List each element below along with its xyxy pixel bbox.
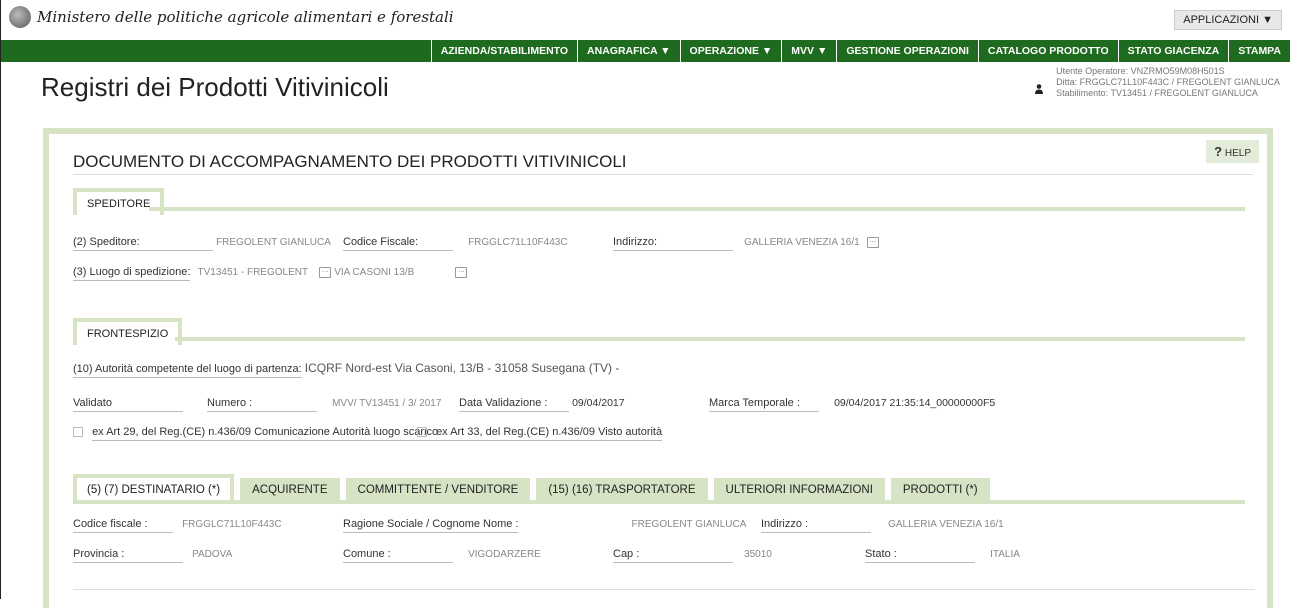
luogo-spedizione-value: TV13451 - FREGOLENT [197,267,309,278]
dest-stato-label: Stato : [865,548,975,563]
dest-indirizzo-field: Indirizzo : GALLERIA VENEZIA 16/1 [761,518,1004,533]
check-art29-label: ex Art 29, del Reg.(CE) n.436/09 Comunic… [92,426,439,441]
page-header: Registri dei Prodotti Vitivinicoli Utent… [0,62,1290,120]
user-icon [1035,84,1043,94]
document-title: DOCUMENTO DI ACCOMPAGNAMENTO DEI PRODOTT… [73,152,1253,175]
autorita-field: (10) Autorità competente del luogo di pa… [73,361,619,378]
indirizzo-value: GALLERIA VENEZIA 16/1 [744,237,860,248]
data-validazione-field: Data Validazione : 09/04/2017 [459,397,625,412]
dest-comune-label: Comune : [343,548,453,563]
form-bottom-divider [73,589,1255,590]
republic-emblem-icon [9,6,31,28]
lookup-icon[interactable]: … [319,266,332,278]
page-title: Registri dei Prodotti Vitivinicoli [41,72,389,102]
marca-temporale-field: Marca Temporale : 09/04/2017 21:35:14_00… [709,397,995,412]
indirizzo-field: Indirizzo: GALLERIA VENEZIA 16/1 … [613,236,879,251]
numero-label: Numero : [207,397,317,412]
dest-provincia-value: PADOVA [192,549,233,560]
autorita-label: (10) Autorità competente del luogo di pa… [73,363,302,378]
marca-temporale-label: Marca Temporale : [709,397,819,412]
check-art33-checkbox[interactable] [417,427,427,438]
codice-fiscale-value: FRGGLC71L10F443C [468,237,568,248]
dest-codice-fiscale-field: Codice fiscale : FRGGLC71L10F443C [73,518,282,533]
dest-provincia-label: Provincia : [73,548,183,563]
speditore-label: (2) Speditore: [73,236,213,251]
luogo-spedizione-label: (3) Luogo di spedizione: [73,266,191,281]
ditta-info: Ditta: FRGGLC71L10F443C / FREGOLENT GIAN… [1056,77,1280,87]
nav-operazione[interactable]: OPERAZIONE ▼ [679,40,782,62]
numero-field: Numero : MVV/ TV13451 / 3/ 2017 [207,397,441,412]
section-divider [175,337,1245,341]
document-panel: ? HELP DOCUMENTO DI ACCOMPAGNAMENTO DEI … [43,128,1273,608]
nav-anagrafica[interactable]: ANAGRAFICA ▼ [577,40,680,62]
nav-stampa[interactable]: STAMPA [1228,40,1290,62]
check-art29-row: ex Art 29, del Reg.(CE) n.436/09 Comunic… [73,426,439,441]
operator-info: Utente Operatore: VNZRMO59M08H501S [1056,66,1225,76]
dest-ragione-sociale-field: Ragione Sociale / Cognome Nome : FREGOLE… [343,518,746,533]
dest-indirizzo-value: GALLERIA VENEZIA 16/1 [888,519,1004,530]
check-art29-checkbox[interactable] [73,427,83,438]
dest-comune-value: VIGODARZERE [468,549,541,560]
nav-catalogo-prodotto[interactable]: CATALOGO PRODOTTO [977,40,1118,62]
dest-cap-value: 35010 [744,549,772,560]
dest-codice-fiscale-label: Codice fiscale : [73,518,173,533]
user-info: Utente Operatore: VNZRMO59M08H501S Ditta… [1056,66,1280,99]
codice-fiscale-label: Codice Fiscale: [343,236,453,251]
marca-temporale-value: 09/04/2017 21:35:14_00000000F5 [834,397,996,409]
codice-fiscale-field: Codice Fiscale: FRGGLC71L10F443C [343,236,568,251]
luogo-spedizione-field: (3) Luogo di spedizione: TV13451 - FREGO… [73,266,468,281]
validato-field: Validato [73,397,183,412]
section-divider [149,207,1245,211]
indirizzo-label: Indirizzo: [613,236,733,251]
nav-mvv[interactable]: MVV ▼ [781,40,836,62]
lookup-icon[interactable]: … [455,266,468,278]
content-area: ? HELP DOCUMENTO DI ACCOMPAGNAMENTO DEI … [0,120,1290,608]
ministry-name: Ministero delle politiche agricole alime… [37,8,454,26]
top-bar: Ministero delle politiche agricole alime… [0,0,1290,40]
nav-azienda-stabilimento[interactable]: AZIENDA/STABILIMENTO [430,40,577,62]
speditore-field: (2) Speditore: FREGOLENT GIANLUCA [73,236,331,251]
ministry-header: Ministero delle politiche agricole alime… [9,6,454,28]
dest-ragione-sociale-value: FREGOLENT GIANLUCA [631,519,747,530]
stabilimento-info: Stabilimento: TV13451 / FREGOLENT GIANLU… [1056,88,1258,98]
nav-gestione-operazioni[interactable]: GESTIONE OPERAZIONI [836,40,978,62]
nav-stato-giacenza[interactable]: STATO GIACENZA [1117,40,1229,62]
luogo-spedizione-address: VIA CASONI 13/B [334,267,415,278]
check-art33-row: ex Art 33, del Reg.(CE) n.436/09 Visto a… [417,426,663,441]
dest-comune-field: Comune : VIGODARZERE [343,548,541,563]
tabs-divider [73,500,1245,504]
dest-stato-field: Stato : ITALIA [865,548,1020,563]
check-art33-label: ex Art 33, del Reg.(CE) n.436/09 Visto a… [436,426,663,441]
applicazioni-dropdown[interactable]: APPLICAZIONI ▼ [1174,10,1282,30]
speditore-value: FREGOLENT GIANLUCA [216,237,331,248]
data-validazione-value: 09/04/2017 [572,397,625,409]
dest-codice-fiscale-value: FRGGLC71L10F443C [182,519,282,530]
main-nav: AZIENDA/STABILIMENTO ANAGRAFICA ▼ OPERAZ… [0,40,1290,62]
dest-indirizzo-label: Indirizzo : [761,518,871,533]
dest-stato-value: ITALIA [990,549,1020,560]
dest-cap-field: Cap : 35010 [613,548,772,563]
dest-cap-label: Cap : [613,548,733,563]
validato-label: Validato [73,397,183,412]
dest-provincia-field: Provincia : PADOVA [73,548,232,563]
data-validazione-label: Data Validazione : [459,397,569,412]
section-tab-frontespizio: FRONTESPIZIO [73,318,183,345]
dest-ragione-sociale-label: Ragione Sociale / Cognome Nome : [343,518,519,533]
numero-value: MVV/ TV13451 / 3/ 2017 [332,398,442,409]
lookup-icon[interactable]: … [866,236,879,248]
autorita-value: ICQRF Nord-est Via Casoni, 13/B - 31058 … [304,361,620,375]
